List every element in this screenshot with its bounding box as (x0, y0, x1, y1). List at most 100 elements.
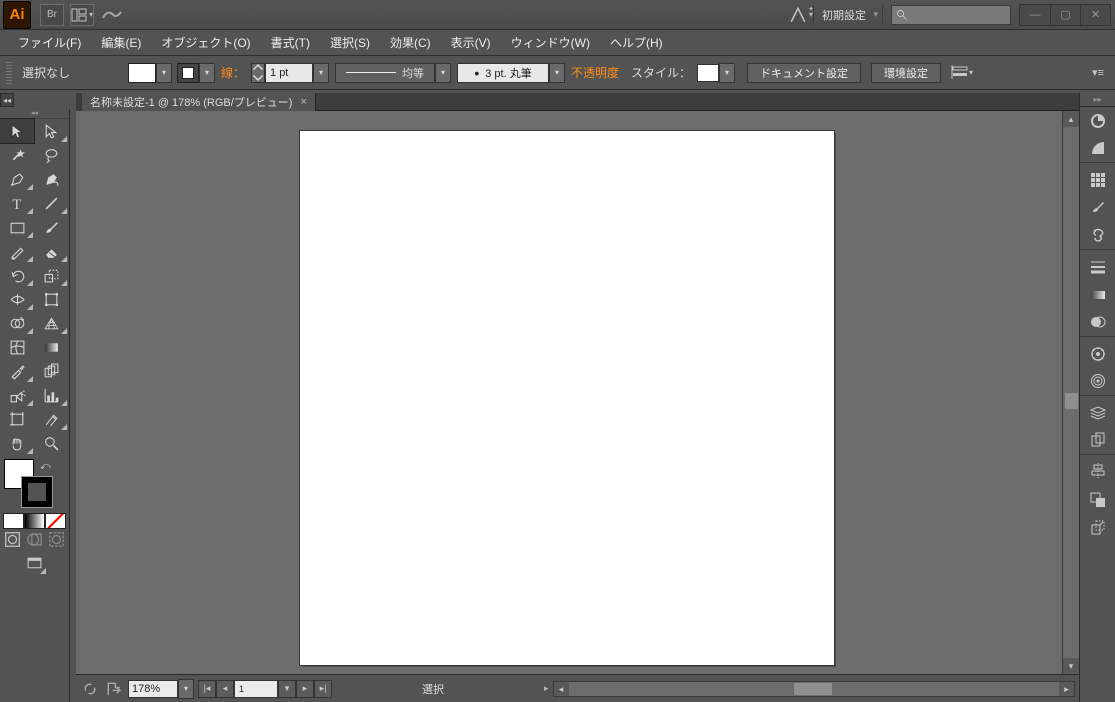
screen-mode-button[interactable] (23, 551, 47, 575)
document-setup-button[interactable]: ドキュメント設定 (747, 63, 861, 83)
sync-button[interactable]: ✦ ▾ (789, 4, 813, 26)
draw-behind[interactable] (25, 531, 44, 547)
control-grip[interactable] (6, 62, 12, 84)
artboard[interactable] (300, 131, 834, 665)
stroke-profile[interactable]: 均等 (335, 63, 435, 83)
menu-object[interactable]: オブジェクト(O) (151, 30, 260, 55)
fill-swatch[interactable] (128, 63, 156, 83)
vertical-scrollbar[interactable]: ▴ ▾ (1062, 111, 1079, 674)
zoom-tool[interactable] (34, 431, 68, 455)
menu-help[interactable]: ヘルプ(H) (600, 30, 673, 55)
line-tool[interactable] (34, 191, 68, 215)
stroke-swatch[interactable] (177, 63, 199, 83)
pen-tool[interactable] (0, 167, 34, 191)
nav-next[interactable]: ▸ (296, 680, 314, 698)
panel-symbols[interactable] (1080, 222, 1115, 250)
draw-normal[interactable] (3, 531, 22, 547)
tools-collapse[interactable]: ◂◂ (0, 109, 69, 119)
zoom-dd[interactable]: ▾ (178, 679, 194, 699)
panel-align[interactable] (1080, 458, 1115, 486)
horizontal-scrollbar[interactable]: ◂ ▸ (553, 681, 1075, 697)
swap-fill-stroke-icon[interactable]: ⤺ (40, 461, 51, 472)
selection-tool[interactable] (0, 119, 34, 143)
scroll-up-icon[interactable]: ▴ (1063, 111, 1079, 127)
control-menu[interactable]: ▾≡ (1087, 63, 1109, 83)
panel-artboards[interactable] (1080, 427, 1115, 455)
document-tab-close[interactable]: × (300, 96, 306, 108)
gpu-preview-button[interactable] (100, 4, 124, 26)
shape-builder-tool[interactable] (0, 311, 34, 335)
nav-prev[interactable]: ◂ (216, 680, 234, 698)
panel-stroke[interactable] (1080, 253, 1115, 281)
right-dock-collapse[interactable]: ▸▸ (1080, 93, 1115, 107)
menu-edit[interactable]: 編集(E) (91, 30, 151, 55)
vscroll-thumb[interactable] (1065, 393, 1078, 409)
search-field[interactable] (891, 5, 1011, 25)
close-button[interactable]: ✕ (1080, 5, 1110, 25)
panel-layers[interactable] (1080, 399, 1115, 427)
color-mode-solid[interactable] (3, 513, 24, 529)
panel-color-guide[interactable] (1080, 135, 1115, 163)
rotate-tool[interactable] (0, 263, 34, 287)
perspective-grid-tool[interactable] (34, 311, 68, 335)
paintbrush-tool[interactable] (34, 215, 68, 239)
slice-tool[interactable] (34, 407, 68, 431)
stroke-profile-dd[interactable]: ▾ (435, 63, 451, 83)
brush-dd[interactable]: ▾ (549, 63, 565, 83)
artboard-number-field[interactable]: 1 (234, 680, 278, 698)
status-popup-icon[interactable]: ▸ (544, 683, 549, 694)
fill-dropdown[interactable]: ▾ (156, 63, 172, 83)
bridge-button[interactable]: Br (40, 4, 64, 26)
free-transform-tool[interactable] (34, 287, 68, 311)
gradient-tool[interactable] (34, 335, 68, 359)
panel-swatches[interactable] (1080, 166, 1115, 194)
stroke-box[interactable] (22, 477, 52, 507)
blend-tool[interactable] (34, 359, 68, 383)
panel-gradient[interactable] (1080, 281, 1115, 309)
arrange-docs-button[interactable]: ▾ (70, 4, 94, 26)
brush-definition[interactable]: •3 pt. 丸筆 (457, 63, 549, 83)
nav-first[interactable]: |◂ (198, 680, 216, 698)
scroll-down-icon[interactable]: ▾ (1063, 658, 1079, 674)
panel-brushes[interactable] (1080, 194, 1115, 222)
workspace-select[interactable]: 初期設定 (813, 5, 883, 25)
opacity-label[interactable]: 不透明度 (571, 64, 619, 81)
stroke-label[interactable]: 線： (221, 64, 245, 81)
panel-appearance[interactable] (1080, 340, 1115, 368)
stroke-weight-field[interactable]: 1 pt (265, 63, 313, 83)
direct-selection-tool[interactable] (34, 119, 68, 143)
maximize-button[interactable]: ▢ (1050, 5, 1080, 25)
artboard-tool[interactable] (0, 407, 34, 431)
style-swatch[interactable] (697, 64, 719, 82)
eraser-tool[interactable] (34, 239, 68, 263)
magic-wand-tool[interactable] (0, 143, 34, 167)
panel-transparency[interactable] (1080, 309, 1115, 337)
status-export-icon[interactable] (104, 680, 124, 698)
menu-window[interactable]: ウィンドウ(W) (501, 30, 600, 55)
pencil-tool[interactable] (0, 239, 34, 263)
menu-type[interactable]: 書式(T) (261, 30, 320, 55)
fill-stroke-control[interactable]: ⤺ (4, 459, 65, 511)
rectangle-tool[interactable] (0, 215, 34, 239)
canvas-area[interactable] (76, 111, 1062, 674)
document-tab[interactable]: 名称未設定-1 @ 178% (RGB/プレビュー) × (82, 93, 316, 111)
panel-color[interactable] (1080, 107, 1115, 135)
menu-view[interactable]: 表示(V) (441, 30, 501, 55)
color-mode-none[interactable] (45, 513, 66, 529)
curvature-tool[interactable] (34, 167, 68, 191)
stroke-dropdown[interactable]: ▾ (199, 63, 215, 83)
stroke-weight-stepper[interactable] (251, 63, 265, 83)
scale-tool[interactable] (34, 263, 68, 287)
menu-effect[interactable]: 効果(C) (380, 30, 441, 55)
stroke-weight-dd[interactable]: ▾ (313, 63, 329, 83)
column-graph-tool[interactable] (34, 383, 68, 407)
width-tool[interactable] (0, 287, 34, 311)
panel-graphic-styles[interactable] (1080, 368, 1115, 396)
menu-file[interactable]: ファイル(F) (8, 30, 91, 55)
hscroll-left-icon[interactable]: ◂ (554, 682, 569, 696)
eyedropper-tool[interactable] (0, 359, 34, 383)
menu-select[interactable]: 選択(S) (320, 30, 380, 55)
style-dd[interactable]: ▾ (719, 63, 735, 83)
hscroll-thumb[interactable] (794, 683, 832, 695)
draw-inside[interactable] (47, 531, 66, 547)
